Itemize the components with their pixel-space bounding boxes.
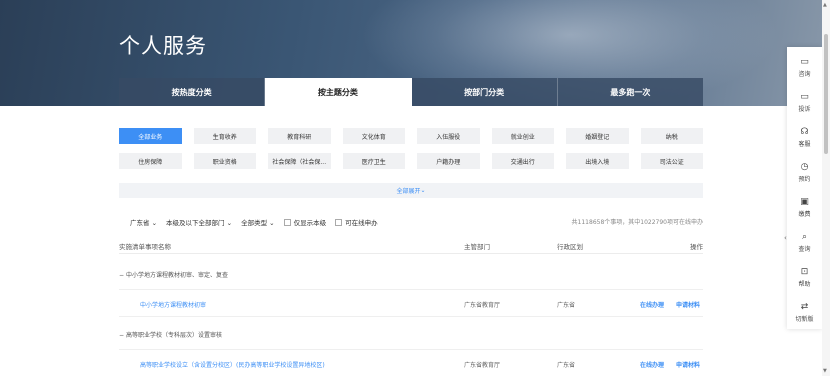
group-title: 中小学地方课程教材初审、审定、复查 [125, 272, 228, 279]
collapse-icon: − [119, 332, 126, 339]
column-header-op: 操作 [690, 243, 703, 251]
expand-all-label: 全部展开 [396, 188, 421, 195]
category-chip[interactable]: 入伍服役 [417, 128, 480, 144]
item-name-link[interactable]: 中小学地方课程教材初审 [140, 300, 206, 309]
item-dept: 广东省教育厅 [464, 362, 501, 369]
item-group-header[interactable]: − 高等职业学校（专科层次）设置审核 [119, 330, 703, 339]
province-select-value: 广东省 [130, 219, 150, 227]
sidebar-item-service[interactable]: ☊ 客服 [787, 123, 822, 153]
payment-icon: ▣ [800, 197, 809, 207]
chevron-left-icon[interactable]: ‹ [784, 234, 787, 242]
collapse-icon: − [119, 272, 126, 279]
type-select-value: 全部类型 [241, 219, 268, 227]
sidebar-item-label: 查询 [798, 246, 811, 253]
chevron-down-icon: ⌄ [269, 219, 275, 227]
chevron-down-icon: ⌄ [226, 219, 233, 227]
result-summary: 共1118658个事项，其中1022790项可在线申办 [571, 219, 703, 226]
consult-icon: ▭ [800, 57, 809, 67]
checkbox-box [335, 218, 343, 226]
column-header-region: 行政区划 [557, 243, 583, 251]
scrollbar-thumb[interactable] [824, 34, 828, 154]
tab-by-theme[interactable]: 按主题分类 [265, 78, 412, 106]
tab-by-popularity[interactable]: 按热度分类 [119, 78, 266, 106]
sidebar-item-label: 缴费 [798, 211, 811, 218]
only-this-level-label: 仅显示本级 [293, 219, 327, 227]
online-only-label: 可在线申办 [345, 219, 378, 227]
category-chip[interactable]: 户籍办理 [417, 153, 480, 169]
department-level-select[interactable]: 本级及以下全部部门 ⌄ [166, 217, 232, 227]
online-only-checkbox[interactable]: 可在线申办 [335, 217, 378, 227]
category-chip[interactable]: 就业创业 [491, 128, 554, 144]
chevron-down-icon: ⌄ [420, 187, 426, 194]
service-icon: ☊ [800, 127, 809, 137]
page-scrollbar[interactable]: ▲ ▼ [822, 0, 830, 376]
sidebar-item-help[interactable]: ⊡ 帮助 [787, 263, 822, 293]
sidebar-item-payment[interactable]: ▣ 缴费 [787, 193, 822, 223]
category-chip[interactable]: 职业资格 [193, 153, 256, 169]
theme-category-grid: 全部业务 生育收养 教育科研 文化体育 入伍服役 就业创业 婚姻登记 纳税 住房… [119, 128, 703, 169]
floating-service-sidebar: ▭ 咨询 ▭ 投诉 ☊ 客服 ◷ 预约 ▣ 缴费 ⌕ 查询 ⊡ 帮助 ⇄ 切新版… [784, 47, 822, 329]
item-name-link[interactable]: 高等职业学校设立（含设置分校区）(民办高等职业学校设置异地校区) [140, 360, 325, 369]
scroll-up-icon[interactable]: ▲ [823, 2, 827, 8]
booking-icon: ◷ [800, 162, 809, 172]
category-chip[interactable]: 文化体育 [342, 128, 405, 144]
sidebar-item-consult[interactable]: ▭ 咨询 [787, 53, 822, 83]
tab-run-at-most-once[interactable]: 最多跑一次 [557, 78, 703, 106]
category-chip[interactable]: 司法公证 [640, 153, 703, 169]
chevron-down-icon: ⌄ [151, 219, 158, 227]
province-select[interactable]: 广东省 ⌄ [130, 217, 157, 227]
category-chip[interactable]: 交通出行 [491, 153, 554, 169]
complaint-icon: ▭ [800, 92, 809, 102]
checkbox-box [283, 218, 291, 226]
online-apply-link[interactable]: 在线办理 [640, 300, 664, 309]
scroll-down-icon[interactable]: ▼ [823, 368, 827, 374]
column-header-name: 实施清单事项名称 [119, 243, 171, 251]
category-chip[interactable]: 出境入境 [566, 153, 629, 169]
category-chip[interactable]: 教育科研 [268, 128, 331, 144]
only-this-level-checkbox[interactable]: 仅显示本级 [283, 217, 327, 227]
sidebar-item-label: 预约 [798, 176, 811, 183]
sidebar-item-label: 切新版 [795, 316, 814, 323]
category-tabs: 按热度分类 按主题分类 按部门分类 最多跑一次 [119, 78, 703, 106]
sidebar-item-label: 咨询 [798, 71, 811, 78]
filter-bar: 广东省 ⌄ 本级及以下全部部门 ⌄ 全部类型 ⌄ 仅显示本级 可在线申办 [130, 217, 378, 227]
sidebar-item-label: 投诉 [798, 106, 811, 113]
help-icon: ⊡ [800, 267, 809, 277]
category-chip[interactable]: 全部业务 [119, 128, 182, 144]
category-chip[interactable]: 住房保障 [119, 153, 182, 169]
sidebar-item-complaint[interactable]: ▭ 投诉 [787, 88, 822, 118]
category-chip[interactable]: 医疗卫生 [342, 153, 405, 169]
sidebar-item-query[interactable]: ⌕ 查询 [787, 228, 822, 258]
column-header-dept: 主管部门 [464, 243, 490, 251]
item-dept: 广东省教育厅 [464, 302, 501, 309]
table-row: 高等职业学校设立（含设置分校区）(民办高等职业学校设置异地校区) 广东省教育厅 … [119, 349, 703, 376]
sidebar-item-switch-version[interactable]: ⇄ 切新版 [787, 298, 822, 328]
department-level-value: 本级及以下全部部门 [166, 219, 225, 227]
expand-all-button[interactable]: 全部展开 ⌄ [119, 183, 703, 198]
group-title: 高等职业学校（专科层次）设置审核 [125, 332, 222, 339]
sidebar-item-booking[interactable]: ◷ 预约 [787, 158, 822, 188]
tab-by-department[interactable]: 按部门分类 [411, 78, 558, 106]
table-header: 实施清单事项名称 主管部门 行政区划 操作 [119, 240, 703, 254]
sidebar-item-label: 帮助 [798, 281, 811, 288]
type-select[interactable]: 全部类型 ⌄ [241, 217, 275, 227]
table-row: 中小学地方课程教材初审 广东省教育厅 广东省 在线办理 申请材料 [119, 289, 703, 317]
item-group-header[interactable]: − 中小学地方课程教材初审、审定、复查 [119, 270, 703, 279]
category-chip[interactable]: 生育收养 [193, 128, 256, 144]
switch-version-icon: ⇄ [800, 302, 809, 312]
category-chip[interactable]: 婚姻登记 [566, 128, 629, 144]
sidebar-item-label: 客服 [798, 141, 811, 148]
materials-link[interactable]: 申请材料 [676, 300, 700, 309]
category-chip[interactable]: 纳税 [640, 128, 703, 144]
query-icon: ⌕ [801, 232, 808, 242]
online-apply-link[interactable]: 在线办理 [640, 360, 664, 369]
materials-link[interactable]: 申请材料 [676, 360, 700, 369]
page-title: 个人服务 [119, 34, 207, 58]
item-region: 广东省 [557, 362, 576, 369]
category-chip[interactable]: 社会保障（社会保... [268, 153, 331, 169]
item-region: 广东省 [557, 302, 576, 309]
